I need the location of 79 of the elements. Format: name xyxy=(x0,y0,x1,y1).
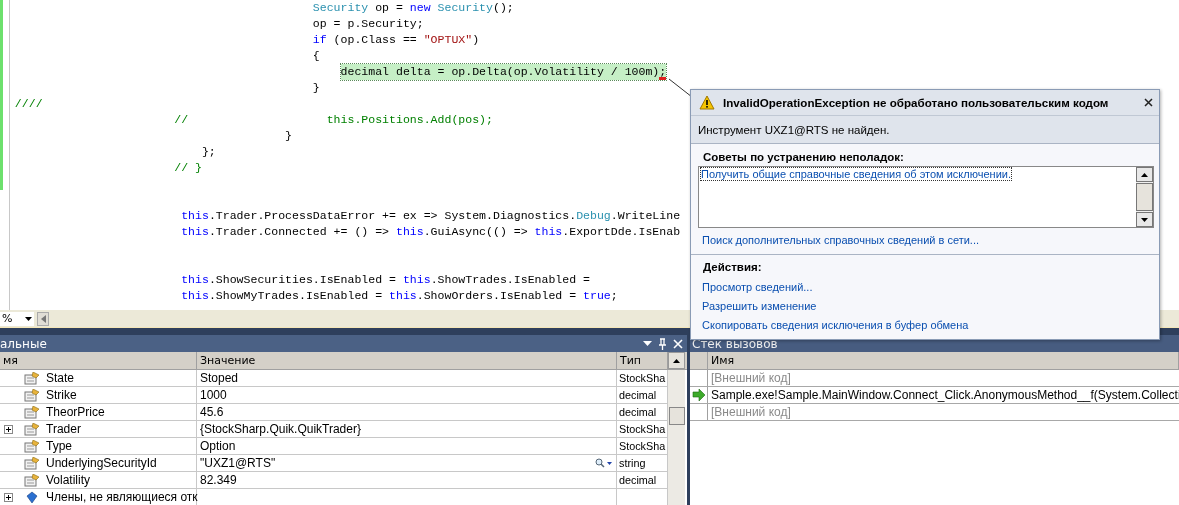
variable-value: 1000 xyxy=(200,388,227,402)
variable-name: State xyxy=(46,371,75,385)
code-line: this.Trader.ProcessDataError += ex => System.Diagnostics.Debug.WriteLine xyxy=(181,208,681,224)
variable-type: StockSha xyxy=(619,372,666,384)
expand-icon[interactable] xyxy=(4,492,13,502)
scroll-down-button[interactable] xyxy=(1136,212,1153,227)
panel-title: альные xyxy=(0,336,47,351)
variable-value: "UXZ1@RTS" xyxy=(200,456,276,470)
variable-name: Type xyxy=(46,439,72,453)
warning-icon xyxy=(699,95,715,110)
variable-type: decimal xyxy=(619,474,657,486)
property-icon xyxy=(24,405,40,419)
property-icon xyxy=(24,456,40,470)
variable-type: StockSha xyxy=(619,440,666,452)
error-marker xyxy=(659,77,667,80)
variable-name: Strike xyxy=(46,388,77,402)
close-icon[interactable] xyxy=(1144,98,1153,107)
variable-name: Члены, не являющиеся отк xyxy=(46,490,198,504)
variable-value: Stoped xyxy=(200,371,239,385)
property-icon xyxy=(24,422,40,436)
stack-frame[interactable]: [Внешний код] xyxy=(711,405,791,419)
variable-name: Volatility xyxy=(46,473,91,487)
online-help-link[interactable]: Поиск дополнительных справочных сведений в сети... xyxy=(702,234,979,246)
visualizer-button[interactable] xyxy=(595,458,613,468)
arrow-up-icon xyxy=(1141,172,1148,177)
scrollbar-thumb[interactable] xyxy=(1136,183,1153,211)
action-link[interactable]: Разрешить изменение xyxy=(702,299,817,314)
stack-frame[interactable]: [Внешний код] xyxy=(711,371,791,385)
arrow-down-icon xyxy=(1141,217,1148,222)
variable-name: TheorPrice xyxy=(46,405,105,419)
code-line: this.ShowMyTrades.IsEnabled = this.ShowOrders.IsEnabled = true; xyxy=(181,288,618,304)
variable-value: {StockSharp.Quik.QuikTrader} xyxy=(200,422,361,436)
variable-value: 82.349 xyxy=(200,473,237,487)
section-heading: Советы по устранению неполадок: xyxy=(703,151,904,163)
code-line: if (op.Class == "OPTUX") xyxy=(312,32,480,48)
stack-frame[interactable]: Sample.exe!Sample.MainWindow.Connect_Click.AnonymousMethod__f(System.Collecti xyxy=(711,388,1179,402)
code-line: this.ShowSecurities.IsEnabled = this.ShowTrades.IsEnabled = xyxy=(181,272,590,288)
property-icon xyxy=(24,473,40,487)
code-line: this.Trader.Connected += () => this.GuiAsync(() => this.ExportDde.IsEnab xyxy=(181,224,681,240)
property-icon xyxy=(24,371,40,385)
code-line: op = p.Security; xyxy=(312,16,424,32)
help-link[interactable]: Получить общие справочные сведения об этом исключении. xyxy=(701,168,1011,180)
arrow-up-icon xyxy=(673,358,680,363)
variable-type: string xyxy=(619,457,646,469)
scroll-up-button[interactable] xyxy=(1136,167,1153,182)
exception-title: InvalidOperationException не обработано пользовательским кодом xyxy=(723,96,1110,109)
column-header[interactable]: мя xyxy=(0,352,197,369)
variable-type: decimal xyxy=(619,406,657,418)
scrollbar[interactable] xyxy=(668,370,685,505)
arrow-left-icon xyxy=(40,314,46,323)
zoom-dropdown[interactable]: % xyxy=(0,311,34,326)
member-icon xyxy=(24,490,40,504)
variable-type: decimal xyxy=(619,389,657,401)
expand-icon[interactable] xyxy=(4,424,13,434)
property-icon xyxy=(24,388,40,402)
code-line: } xyxy=(285,128,293,144)
property-icon xyxy=(24,439,40,453)
pin-icon[interactable] xyxy=(658,337,667,350)
variable-name: Trader xyxy=(46,422,81,436)
code-line: } xyxy=(312,80,320,96)
code-line: // } xyxy=(174,160,202,176)
exception-message: Инструмент UXZ1@RTS не найден. xyxy=(698,123,890,136)
code-line: // this.Positions.Add(pos); xyxy=(174,112,493,128)
section-heading: Действия: xyxy=(703,261,762,273)
scroll-up-button[interactable] xyxy=(668,352,685,369)
action-link[interactable]: Скопировать сведения исключения в буфер обмена xyxy=(702,318,969,333)
code-line: Security op = new Security(); xyxy=(312,0,514,16)
scroll-left-button[interactable] xyxy=(37,311,49,326)
code-line: }; xyxy=(201,144,216,160)
variable-value: Option xyxy=(200,439,236,453)
variable-type: StockSha xyxy=(619,423,666,435)
action-link[interactable]: Просмотр сведений... xyxy=(702,280,813,295)
caret-icon xyxy=(25,316,32,321)
code-line: //// xyxy=(14,96,43,112)
column-header[interactable]: Значение xyxy=(197,352,617,369)
variable-value: 45.6 xyxy=(200,405,224,419)
dropdown-icon[interactable] xyxy=(643,341,652,346)
variable-name: UnderlyingSecurityId xyxy=(46,456,157,470)
code-line: { xyxy=(312,48,320,64)
